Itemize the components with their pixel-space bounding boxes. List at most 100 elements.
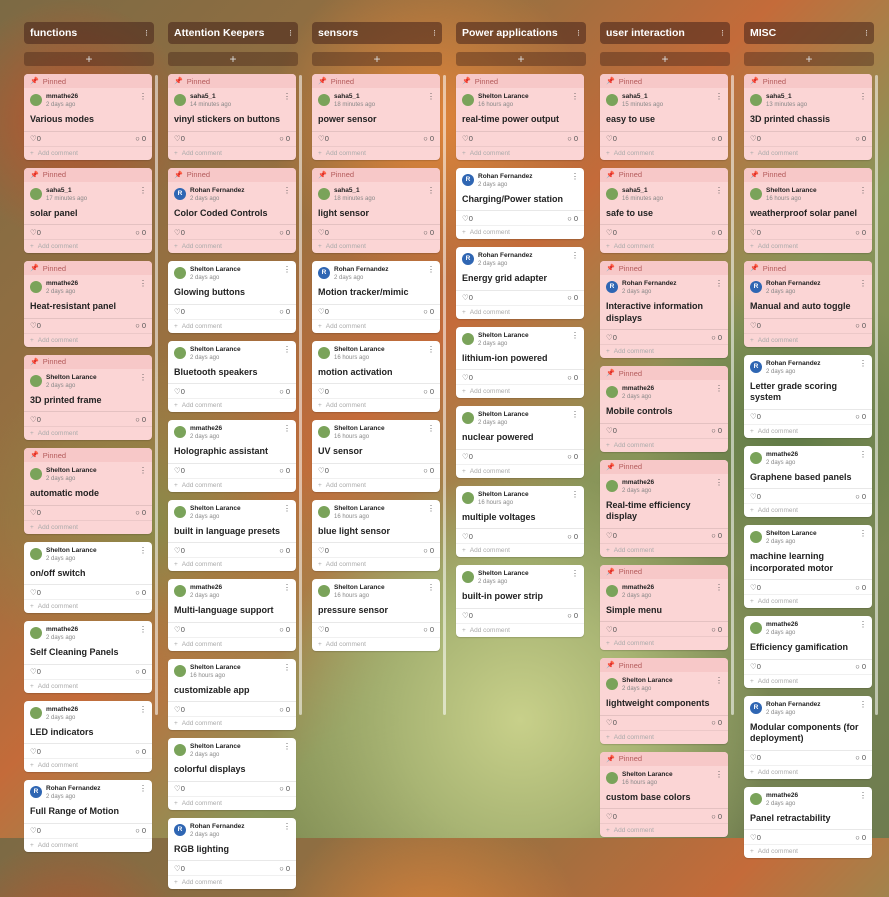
like-button[interactable]: ♡0 (174, 307, 185, 316)
kebab-icon[interactable]: ⋮ (139, 373, 147, 382)
comment-count-button[interactable]: ○ 0 (423, 387, 434, 396)
kebab-icon[interactable]: ⋮ (427, 186, 435, 195)
kebab-icon[interactable]: ⋮ (283, 186, 291, 195)
comment-count-button[interactable]: ○ 0 (711, 134, 722, 143)
post-card[interactable]: 📌 Pinned mmathe26 2 days ago ⋮ Real-time effi… (600, 459, 728, 557)
comment-count-button[interactable]: ○ 0 (279, 705, 290, 714)
like-button[interactable]: ♡0 (750, 753, 761, 762)
add-comment-row[interactable]: + Add comment (744, 503, 872, 517)
add-comment-row[interactable]: + Add comment (744, 673, 872, 688)
comment-count-button[interactable]: ○ 0 (855, 228, 866, 237)
comment-count-button[interactable]: ○ 0 (135, 588, 146, 597)
post-card[interactable]: R Rohan Fernandez 2 days ago ⋮ Energy grid a… (456, 247, 584, 319)
post-card[interactable]: mmathe26 2 days ago ⋮ Efficiency gamificati… (744, 616, 872, 688)
kebab-icon[interactable]: ⋮ (571, 92, 579, 101)
column-scrollbar[interactable] (299, 75, 302, 715)
add-comment-row[interactable]: + Add comment (600, 823, 728, 837)
comment-count-button[interactable]: ○ 0 (567, 214, 578, 223)
post-card[interactable]: mmathe26 2 days ago ⋮ Holographic assistant… (168, 420, 296, 492)
post-card[interactable]: 📌 Pinned mmathe26 2 days ago ⋮ Mobile control… (600, 366, 728, 452)
kebab-icon[interactable]: ⋮ (715, 583, 723, 592)
kebab-icon[interactable]: ⋮ (139, 546, 147, 555)
add-comment-row[interactable]: + Add comment (168, 477, 296, 492)
comment-count-button[interactable]: ○ 0 (423, 228, 434, 237)
post-card[interactable]: R Rohan Fernandez 2 days ago ⋮ Letter grade … (744, 354, 872, 438)
column-scrollbar[interactable] (875, 75, 878, 715)
kebab-icon[interactable]: ⋮ (715, 384, 723, 393)
post-card[interactable]: Shelton Larance 2 days ago ⋮ nuclear powere… (456, 406, 584, 478)
add-comment-row[interactable]: + Add comment (600, 636, 728, 650)
like-button[interactable]: ♡0 (462, 611, 473, 620)
like-button[interactable]: ♡0 (750, 662, 761, 671)
add-comment-row[interactable]: + Add comment (744, 594, 872, 608)
add-comment-row[interactable]: + Add comment (24, 426, 152, 440)
post-card[interactable]: Shelton Larance 16 hours ago ⋮ multiple vol… (456, 485, 584, 557)
kebab-icon[interactable]: ⋮ (283, 424, 291, 433)
kebab-icon[interactable]: ⋮ (283, 663, 291, 672)
comment-count-button[interactable]: ○ 0 (423, 625, 434, 634)
comment-count-button[interactable]: ○ 0 (279, 387, 290, 396)
like-button[interactable]: ♡0 (30, 747, 41, 756)
comment-count-button[interactable]: ○ 0 (855, 833, 866, 842)
post-card[interactable]: 📌 Pinned saha5_1 13 minutes ago ⋮ 3D printed … (744, 74, 872, 160)
add-card-button[interactable]: + (744, 52, 874, 66)
comment-count-button[interactable]: ○ 0 (711, 228, 722, 237)
post-card[interactable]: mmathe26 2 days ago ⋮ Graphene based panels… (744, 445, 872, 517)
like-button[interactable]: ♡0 (318, 134, 329, 143)
like-button[interactable]: ♡0 (606, 625, 617, 634)
kebab-icon[interactable]: ⋮ (859, 791, 867, 800)
add-comment-row[interactable]: + Add comment (24, 145, 152, 160)
post-card[interactable]: 📌 Pinned mmathe26 2 days ago ⋮ Various modes ♡… (24, 74, 152, 160)
column-menu-icon[interactable]: ⁝ (289, 28, 292, 39)
column-header[interactable]: Power applications ⁝ (456, 22, 586, 44)
add-comment-row[interactable]: + Add comment (24, 758, 152, 772)
comment-count-button[interactable]: ○ 0 (423, 307, 434, 316)
column-menu-icon[interactable]: ⁝ (433, 28, 436, 39)
comment-count-button[interactable]: ○ 0 (711, 718, 722, 727)
add-comment-row[interactable]: + Add comment (456, 622, 584, 637)
post-card[interactable]: R Rohan Fernandez 2 days ago ⋮ Full Range of… (24, 780, 152, 852)
post-card[interactable]: 📌 Pinned saha5_1 15 minutes ago ⋮ easy to use… (600, 74, 728, 160)
post-card[interactable]: Shelton Larance 2 days ago ⋮ Glowing button… (168, 261, 296, 333)
comment-count-button[interactable]: ○ 0 (135, 134, 146, 143)
post-card[interactable]: 📌 Pinned saha5_1 18 minutes ago ⋮ light senso… (312, 167, 440, 253)
column-scrollbar[interactable] (731, 75, 734, 715)
add-comment-row[interactable]: + Add comment (600, 145, 728, 160)
comment-count-button[interactable]: ○ 0 (855, 321, 866, 330)
like-button[interactable]: ♡0 (318, 625, 329, 634)
like-button[interactable]: ♡0 (318, 387, 329, 396)
post-card[interactable]: 📌 Pinned Shelton Larance 16 hours ago ⋮ real-… (456, 74, 584, 160)
add-comment-row[interactable]: + Add comment (312, 145, 440, 160)
comment-count-button[interactable]: ○ 0 (567, 293, 578, 302)
add-comment-row[interactable]: + Add comment (168, 875, 296, 889)
kebab-icon[interactable]: ⋮ (283, 583, 291, 592)
like-button[interactable]: ♡0 (318, 466, 329, 475)
kebab-icon[interactable]: ⋮ (571, 331, 579, 340)
add-card-button[interactable]: + (24, 52, 154, 66)
post-card[interactable]: R Rohan Fernandez 2 days ago ⋮ RGB lighting ♡… (168, 817, 296, 889)
add-comment-row[interactable]: + Add comment (600, 437, 728, 452)
post-card[interactable]: mmathe26 2 days ago ⋮ Multi-language suppor… (168, 579, 296, 651)
like-button[interactable]: ♡0 (750, 833, 761, 842)
like-button[interactable]: ♡0 (462, 293, 473, 302)
add-comment-row[interactable]: + Add comment (456, 145, 584, 160)
kebab-icon[interactable]: ⋮ (859, 186, 867, 195)
like-button[interactable]: ♡0 (606, 426, 617, 435)
kebab-icon[interactable]: ⋮ (139, 186, 147, 195)
comment-count-button[interactable]: ○ 0 (135, 321, 146, 330)
like-button[interactable]: ♡0 (174, 784, 185, 793)
comment-count-button[interactable]: ○ 0 (855, 134, 866, 143)
post-card[interactable]: 📌 Pinned Shelton Larance 16 hours ago ⋮ weath… (744, 167, 872, 253)
add-comment-row[interactable]: + Add comment (744, 239, 872, 253)
column-scrollbar[interactable] (443, 75, 446, 715)
post-card[interactable]: Shelton Larance 16 hours ago ⋮ UV sensor ♡0 ○… (312, 420, 440, 492)
add-comment-row[interactable]: + Add comment (312, 239, 440, 253)
like-button[interactable]: ♡0 (606, 333, 617, 342)
comment-count-button[interactable]: ○ 0 (711, 531, 722, 540)
add-card-button[interactable]: + (168, 52, 298, 66)
like-button[interactable]: ♡0 (30, 508, 41, 517)
add-comment-row[interactable]: + Add comment (168, 145, 296, 160)
add-comment-row[interactable]: + Add comment (24, 599, 152, 613)
comment-count-button[interactable]: ○ 0 (855, 753, 866, 762)
kebab-icon[interactable]: ⋮ (859, 620, 867, 629)
